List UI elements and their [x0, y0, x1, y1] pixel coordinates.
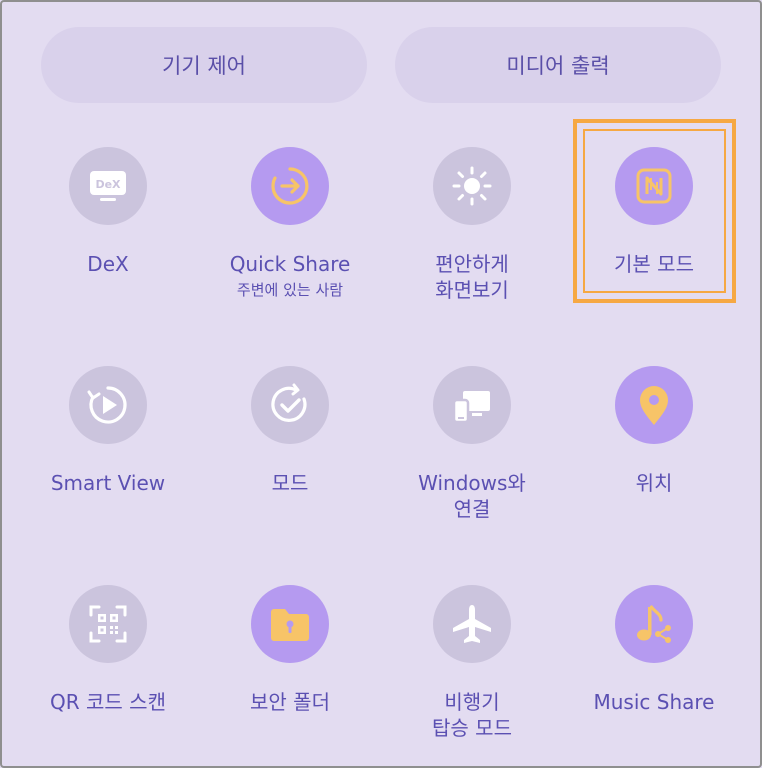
tile-secure-folder[interactable]: 보안 폴더 [199, 585, 381, 715]
eye-comfort-label: 편안하게 화면보기 [435, 251, 509, 303]
media-output-label: 미디어 출력 [506, 54, 610, 78]
tile-quick-share[interactable]: Quick Share 주변에 있는 사람 [199, 147, 381, 301]
music-share-toggle[interactable] [615, 585, 693, 663]
airplane-mode-label-line1: 비행기 [444, 690, 500, 714]
eye-comfort-label-line1: 편안하게 [435, 252, 509, 276]
quick-share-toggle[interactable] [251, 147, 329, 225]
quick-share-icon [268, 164, 312, 208]
tile-music-share[interactable]: Music Share [563, 585, 745, 715]
dex-label: DeX [87, 252, 129, 276]
tile-airplane-mode[interactable]: 비행기 탑승 모드 [381, 585, 563, 741]
smart-view-label: Smart View [50, 471, 166, 495]
dex-icon: DeX [88, 169, 128, 203]
modes-icon [267, 382, 313, 428]
music-share-label: Music Share [593, 690, 715, 714]
tile-link-to-windows[interactable]: Windows와 연결 [381, 366, 563, 522]
eye-comfort-label-line2: 화면보기 [435, 278, 509, 302]
airplane-mode-label-line2: 탑승 모드 [432, 716, 512, 740]
smart-view-toggle[interactable] [69, 366, 147, 444]
highlight-box-inner [583, 129, 726, 293]
media-output-button[interactable]: 미디어 출력 [395, 27, 721, 103]
tile-eye-comfort[interactable]: 편안하게 화면보기 [381, 147, 563, 303]
qr-scan-label: QR 코드 스캔 [50, 690, 166, 714]
airplane-mode-label: 비행기 탑승 모드 [432, 689, 512, 741]
tile-dex[interactable]: DeX DeX [17, 147, 199, 277]
qr-scan-toggle[interactable] [69, 585, 147, 663]
device-control-button[interactable]: 기기 제어 [41, 27, 367, 103]
device-control-label: 기기 제어 [162, 54, 246, 78]
qr-scan-icon [87, 603, 129, 645]
modes-toggle[interactable] [251, 366, 329, 444]
svg-text:DeX: DeX [95, 178, 121, 191]
location-pin-icon [636, 383, 672, 427]
smart-view-icon [85, 382, 131, 428]
eye-comfort-toggle[interactable] [433, 147, 511, 225]
secure-folder-label: 보안 폴더 [250, 690, 330, 714]
quick-share-sub: 주변에 있는 사람 [236, 281, 344, 299]
music-share-icon [633, 602, 675, 646]
dex-toggle[interactable]: DeX [69, 147, 147, 225]
location-toggle[interactable] [615, 366, 693, 444]
secure-folder-toggle[interactable] [251, 585, 329, 663]
eye-comfort-icon [450, 164, 494, 208]
link-to-windows-icon [450, 383, 494, 427]
tile-qr-scan[interactable]: QR 코드 스캔 [17, 585, 199, 715]
tile-modes[interactable]: 모드 [199, 366, 381, 496]
tile-smart-view[interactable]: Smart View [17, 366, 199, 496]
link-to-windows-toggle[interactable] [433, 366, 511, 444]
link-to-windows-label-line1: Windows와 [418, 471, 526, 495]
tile-location[interactable]: 위치 [563, 366, 745, 496]
airplane-icon [450, 602, 494, 646]
secure-folder-icon [268, 604, 312, 644]
quick-share-label: Quick Share [229, 252, 351, 276]
link-to-windows-label: Windows와 연결 [418, 470, 526, 522]
location-label: 위치 [635, 471, 673, 495]
modes-label: 모드 [271, 471, 309, 495]
link-to-windows-label-line2: 연결 [453, 497, 491, 521]
airplane-mode-toggle[interactable] [433, 585, 511, 663]
